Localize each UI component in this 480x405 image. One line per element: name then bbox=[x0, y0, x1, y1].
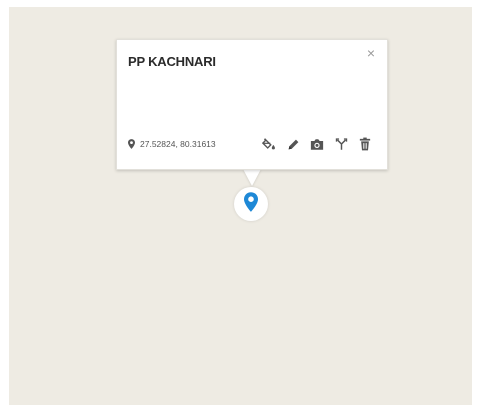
fill-color-icon[interactable] bbox=[261, 136, 277, 152]
popup-actions bbox=[261, 136, 373, 152]
marker-info-popup: PP KACHNARI × 27.52824, 80.31613 bbox=[116, 39, 388, 170]
coordinates-row: 27.52824, 80.31613 bbox=[128, 139, 216, 149]
edit-pencil-icon[interactable] bbox=[285, 136, 301, 152]
trash-icon[interactable] bbox=[357, 136, 373, 152]
popup-title: PP KACHNARI bbox=[128, 54, 216, 69]
coordinates-text: 27.52824, 80.31613 bbox=[140, 139, 216, 149]
popup-pointer bbox=[243, 169, 261, 186]
route-fork-icon[interactable] bbox=[333, 136, 349, 152]
location-pin-icon bbox=[244, 191, 258, 217]
map-marker[interactable] bbox=[234, 187, 268, 221]
location-pin-icon bbox=[128, 139, 135, 149]
camera-icon[interactable] bbox=[309, 136, 325, 152]
close-button[interactable]: × bbox=[363, 45, 379, 61]
